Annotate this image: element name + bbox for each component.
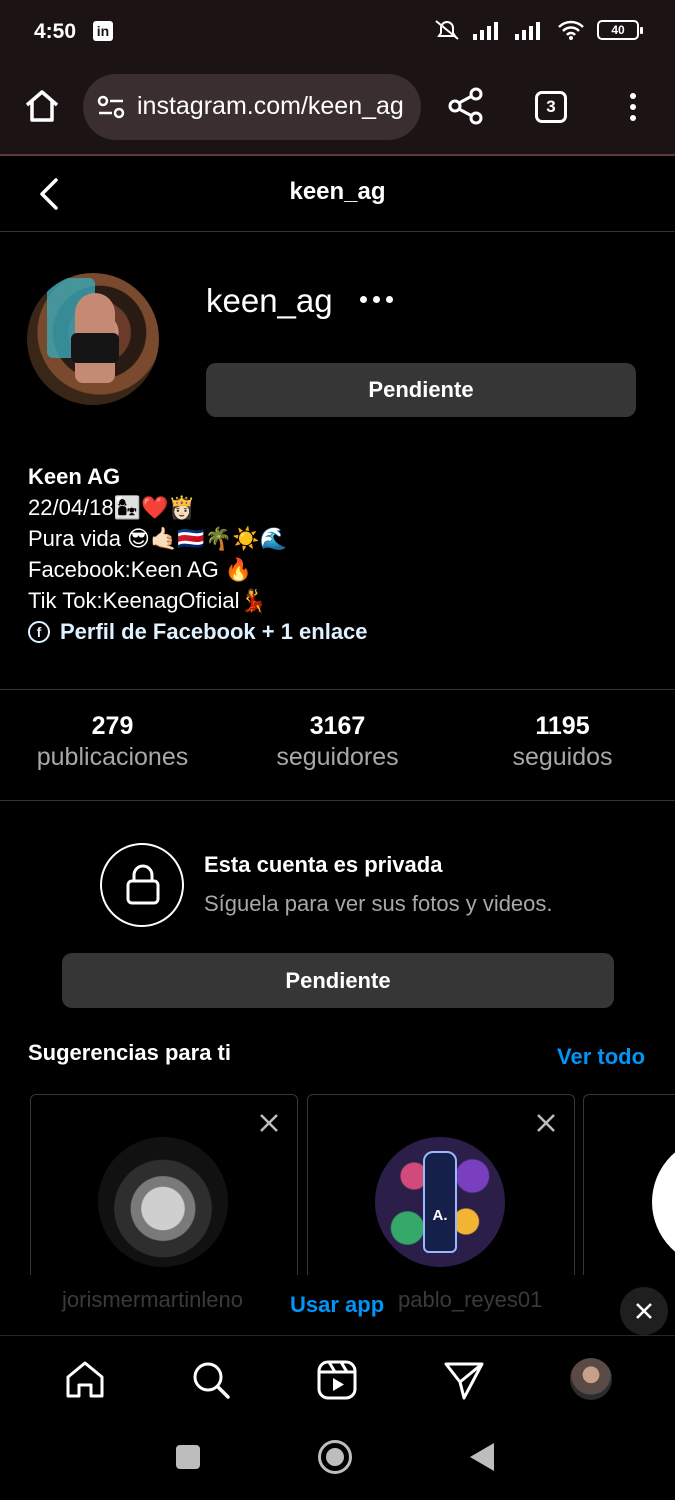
browser-toolbar: instagram.com/keen_ag 3 <box>0 70 675 146</box>
home-icon[interactable] <box>22 86 62 126</box>
pending-follow-button[interactable]: Pendiente <box>206 363 636 417</box>
stat-following[interactable]: 1195 seguidos <box>450 690 675 800</box>
suggestion-name: pablo_reyes01 <box>398 1287 543 1312</box>
browser-menu-icon[interactable] <box>620 90 646 124</box>
status-time: 4:50 <box>34 20 77 43</box>
bio-line: Tik Tok:KeenagOficial💃 <box>28 588 267 613</box>
profile-header: keen_ag <box>0 156 675 232</box>
facebook-icon: f <box>28 620 50 643</box>
stat-label: publicaciones <box>36 743 189 771</box>
direct-message-icon[interactable] <box>442 1358 486 1402</box>
linkedin-notification-icon: in <box>93 21 113 41</box>
avatar-logo-text: A. <box>423 1151 457 1253</box>
browser-chrome: 4:50 in 40 instagram.com/keen_ag 3 <box>0 0 675 156</box>
use-app-button[interactable]: Usar app <box>290 1292 384 1318</box>
open-app-banner: jorismermartinleno pablo_reyes01 Usar ap… <box>0 1275 675 1335</box>
dismiss-icon[interactable] <box>257 1111 281 1135</box>
close-icon <box>636 1303 652 1319</box>
system-nav-bar <box>0 1423 675 1500</box>
search-icon[interactable] <box>189 1358 233 1402</box>
signal-icon-2 <box>515 22 540 40</box>
bottom-tab-bar <box>0 1335 675 1423</box>
site-settings-icon[interactable] <box>97 95 125 119</box>
bio-line: Facebook:Keen AG 🔥 <box>28 557 253 582</box>
suggestion-avatar[interactable] <box>652 1137 675 1267</box>
stat-label: seguidos <box>512 743 613 771</box>
stat-value: 1195 <box>535 712 590 740</box>
bio-line: Pura vida 😎🤙🏻🇨🇷🌴☀️🌊 <box>28 526 287 551</box>
private-account-subtitle: Síguela para ver sus fotos y videos. <box>204 891 553 916</box>
url-text: instagram.com/keen_ag <box>137 92 404 120</box>
status-icons: 40 <box>433 18 643 42</box>
bio-link[interactable]: f Perfil de Facebook + 1 enlace <box>28 616 648 647</box>
see-all-link[interactable]: Ver todo <box>557 1044 645 1070</box>
mute-icon <box>435 20 459 40</box>
pending-follow-button-secondary[interactable]: Pendiente <box>62 953 614 1008</box>
suggestions-title: Sugerencias para ti <box>28 1040 231 1065</box>
bio-name: Keen AG <box>28 464 121 489</box>
tab-switcher-button[interactable]: 3 <box>535 91 567 123</box>
dismiss-icon[interactable] <box>534 1111 558 1135</box>
stat-value: 3167 <box>309 712 366 740</box>
close-banner-button[interactable] <box>620 1287 668 1335</box>
home-tab-icon[interactable] <box>63 1358 107 1402</box>
reels-icon[interactable] <box>315 1358 359 1402</box>
suggestion-avatar[interactable]: A. <box>375 1137 505 1267</box>
profile-avatar[interactable] <box>27 273 159 405</box>
profile-username: keen_ag <box>206 282 333 319</box>
back-button[interactable] <box>470 1443 494 1471</box>
bio-link-text: Perfil de Facebook + 1 enlace <box>60 619 368 644</box>
recents-button[interactable] <box>176 1445 200 1469</box>
wifi-icon <box>558 20 584 40</box>
stat-value: 279 <box>91 712 134 740</box>
stat-label: seguidores <box>276 743 399 771</box>
suggestion-card-partial[interactable] <box>583 1094 675 1294</box>
status-bar: 4:50 in 40 <box>0 0 675 66</box>
signal-icon-1 <box>473 22 498 40</box>
more-options-icon[interactable] <box>360 296 393 303</box>
profile-tab-avatar[interactable] <box>570 1358 612 1400</box>
suggestion-name: jorismermartinleno <box>62 1287 243 1312</box>
private-account-title: Esta cuenta es privada <box>204 852 443 877</box>
lock-icon <box>100 843 184 927</box>
suggestion-card[interactable]: A. <box>307 1094 575 1294</box>
stat-posts: 279 publicaciones <box>0 690 225 800</box>
page-title: keen_ag <box>289 178 386 205</box>
home-button[interactable] <box>318 1440 352 1474</box>
url-bar[interactable]: instagram.com/keen_ag <box>83 74 421 140</box>
profile-stats: 279 publicaciones 3167 seguidores 1195 s… <box>0 689 675 801</box>
share-icon[interactable] <box>446 86 486 126</box>
stat-followers[interactable]: 3167 seguidores <box>225 690 450 800</box>
suggestion-avatar[interactable] <box>98 1137 228 1267</box>
bio-line: 22/04/18👩‍👧❤️👸🏻 <box>28 495 196 520</box>
battery-icon: 40 <box>597 20 643 40</box>
suggestion-card[interactable] <box>30 1094 298 1294</box>
profile-bio: Keen AG 22/04/18👩‍👧❤️👸🏻 Pura vida 😎🤙🏻🇨🇷🌴… <box>28 461 648 647</box>
